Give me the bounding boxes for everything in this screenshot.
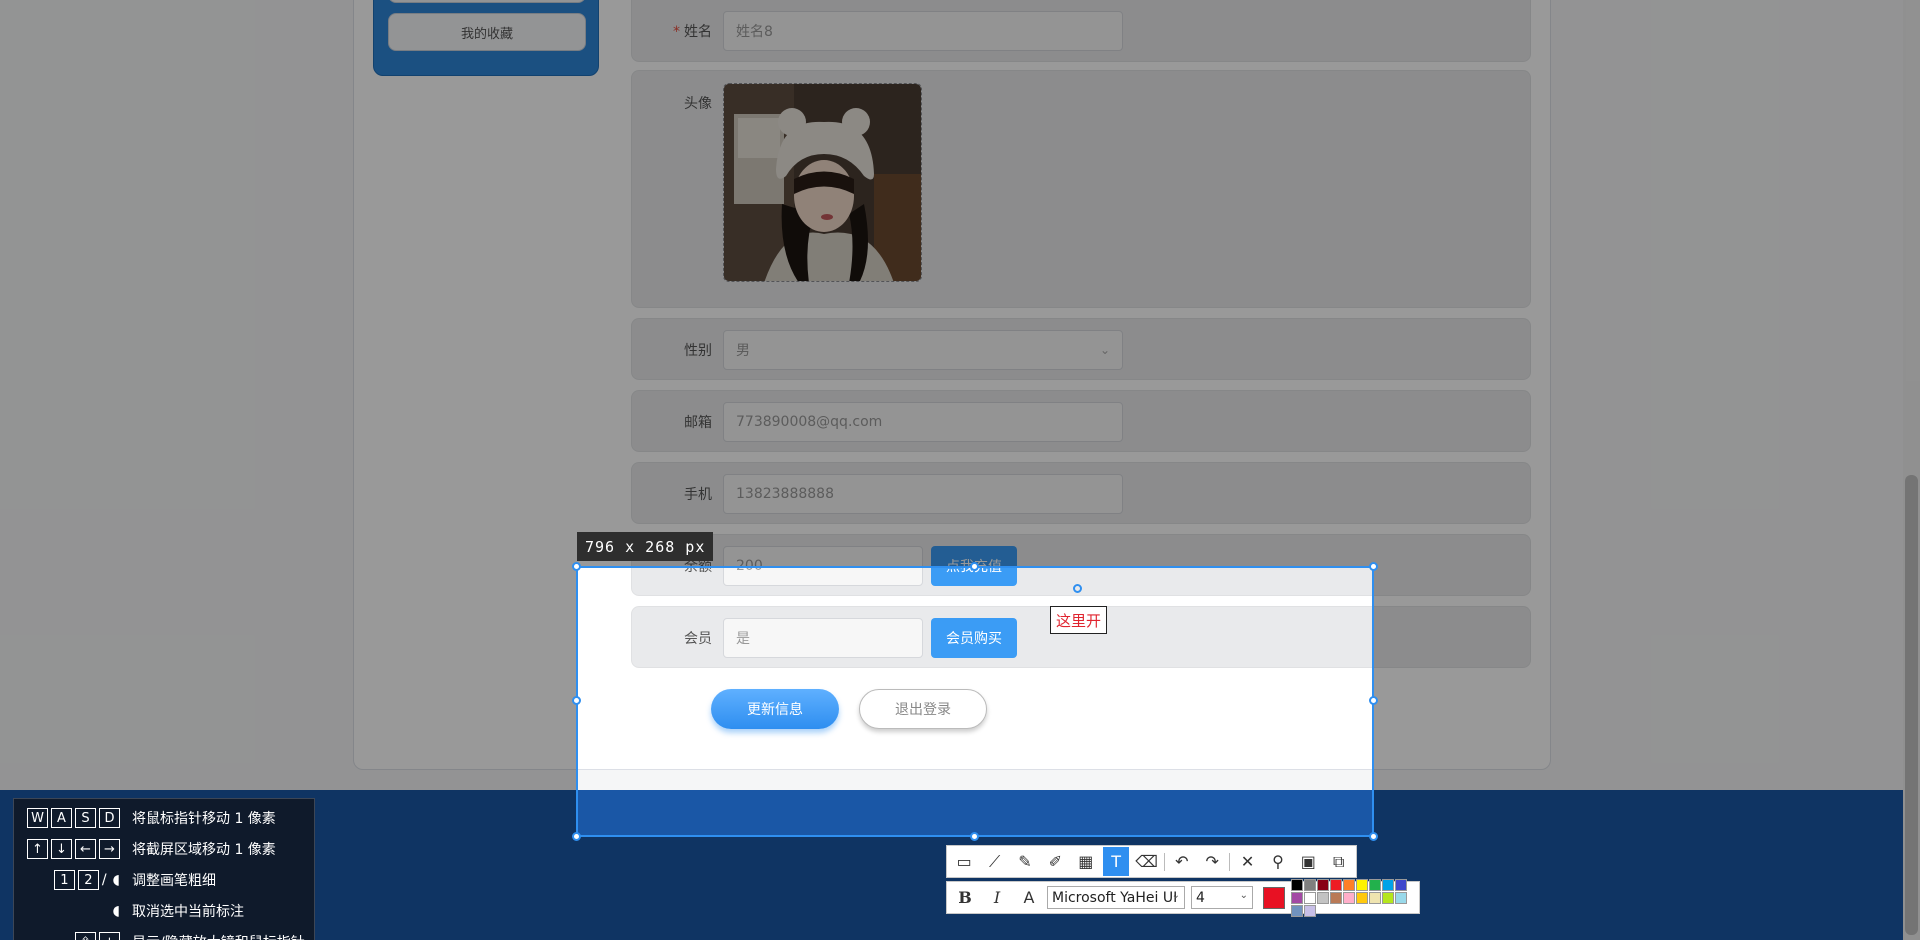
color-swatch[interactable]: [1395, 878, 1407, 891]
member-label: 会员: [684, 631, 712, 647]
italic-button[interactable]: I: [983, 883, 1011, 912]
redo-icon[interactable]: ↷: [1199, 847, 1225, 876]
dim-overlay: [0, 566, 576, 837]
key-cap: S: [75, 808, 96, 828]
pen-tool-icon[interactable]: ✎: [1012, 847, 1038, 876]
resize-handle[interactable]: [1369, 696, 1378, 705]
undo-icon[interactable]: ↶: [1169, 847, 1195, 876]
font-family-value: Microsoft YaHei UI: [1052, 889, 1178, 906]
color-swatch[interactable]: [1356, 878, 1368, 891]
resize-handle[interactable]: [1369, 562, 1378, 571]
shortcut-row: ⇧+ 显示/隐藏放大镜和鼠标指针: [14, 929, 305, 940]
color-swatch[interactable]: [1330, 878, 1342, 891]
mouse-icon: ◖: [112, 872, 120, 888]
shortcut-description: 取消选中当前标注: [132, 904, 244, 920]
resize-handle[interactable]: [1369, 832, 1378, 841]
shortcut-keys: 1 2/ ◖: [14, 870, 120, 890]
dim-overlay: [1374, 566, 1920, 837]
key-cap: ↓: [51, 839, 72, 859]
chevron-down-icon: ⌄: [1171, 890, 1180, 901]
color-swatch[interactable]: [1343, 891, 1355, 904]
text-format-toolbar: B I A Microsoft YaHei UI ⌄ 4 ⌄: [946, 878, 1420, 917]
shortcut-keys: WASD: [14, 808, 120, 828]
mosaic-tool-icon[interactable]: ▦: [1073, 847, 1099, 876]
shortcut-help-panel: W A S D 将鼠标指针移动 1 像素 ↑ ↓ ← → 将截屏区域移动 1 像素 1 2/ ◖ 调整画笔…: [13, 798, 315, 940]
update-info-button[interactable]: 更新信息: [711, 689, 839, 729]
color-swatch[interactable]: [1356, 891, 1368, 904]
color-swatch[interactable]: [1382, 878, 1394, 891]
current-color-swatch[interactable]: [1263, 886, 1285, 909]
shortcut-keys: ◖: [14, 903, 120, 919]
color-swatch[interactable]: [1395, 891, 1407, 904]
bold-button[interactable]: B: [951, 883, 979, 912]
color-swatch[interactable]: [1317, 878, 1329, 891]
eraser-tool-icon[interactable]: ⌫: [1133, 847, 1159, 876]
color-palette: [1291, 878, 1407, 917]
key-cap: W: [27, 808, 48, 828]
text-tool-icon[interactable]: T: [1102, 847, 1130, 876]
chevron-down-icon: ⌄: [1239, 890, 1248, 901]
key-cap: 1: [53, 870, 75, 890]
color-swatch[interactable]: [1291, 904, 1303, 917]
color-swatch[interactable]: [1369, 878, 1381, 891]
font-size-value: 4: [1196, 889, 1205, 906]
logout-button[interactable]: 退出登录: [859, 689, 987, 729]
resize-handle[interactable]: [970, 562, 979, 571]
pin-icon[interactable]: ⚲: [1265, 847, 1291, 876]
mouse-icon: ◖: [112, 903, 120, 919]
color-swatch[interactable]: [1382, 891, 1394, 904]
close-icon[interactable]: ✕: [1234, 847, 1260, 876]
font-size-select[interactable]: 4 ⌄: [1191, 886, 1253, 909]
shortcut-description: 显示/隐藏放大镜和鼠标指针: [132, 932, 305, 940]
key-separator: /: [101, 872, 107, 888]
outline-button[interactable]: A: [1015, 883, 1043, 912]
color-swatch[interactable]: [1343, 878, 1355, 891]
text-anchor-icon[interactable]: [1073, 584, 1082, 593]
color-swatch[interactable]: [1369, 891, 1381, 904]
shortcut-description: 调整画笔粗细: [132, 873, 216, 889]
capture-size-label: 796 x 268 px: [577, 532, 714, 561]
color-swatch[interactable]: [1304, 878, 1316, 891]
key-cap: ←: [75, 839, 96, 859]
save-icon[interactable]: ▣: [1295, 847, 1321, 876]
color-swatch[interactable]: [1317, 891, 1329, 904]
shortcut-keys: ⇧+: [14, 932, 120, 940]
shortcut-row: 1 2/ ◖ 调整画笔粗细: [14, 867, 216, 893]
key-cap: →: [99, 839, 120, 859]
color-swatch[interactable]: [1304, 891, 1316, 904]
rect-tool-icon[interactable]: ▭: [951, 847, 977, 876]
resize-handle[interactable]: [572, 562, 581, 571]
color-swatch[interactable]: [1304, 904, 1316, 917]
shortcut-description: 将鼠标指针移动 1 像素: [132, 811, 276, 827]
color-swatch[interactable]: [1291, 891, 1303, 904]
shortcut-row: ↑ ↓ ← → 将截屏区域移动 1 像素: [14, 836, 276, 862]
shortcut-keys: ↑ ↓ ← →: [14, 839, 120, 859]
member-input[interactable]: 是: [723, 618, 923, 658]
shortcut-row: ◖ 取消选中当前标注: [14, 898, 244, 924]
toolbar-divider: [1229, 852, 1231, 871]
copy-icon[interactable]: ⧉: [1326, 847, 1352, 876]
resize-handle[interactable]: [572, 696, 581, 705]
dim-overlay: [0, 0, 1920, 566]
key-cap: ⇧: [75, 932, 96, 940]
shortcut-row: W A S D 将鼠标指针移动 1 像素: [14, 805, 276, 831]
key-cap: ↑: [27, 839, 48, 859]
color-swatch[interactable]: [1291, 878, 1303, 891]
toolbar-divider: [1163, 852, 1165, 871]
key-cap: 2: [77, 870, 99, 890]
key-cap: +: [99, 932, 120, 940]
key-cap: D: [99, 808, 120, 828]
resize-handle[interactable]: [572, 832, 581, 841]
text-annotation[interactable]: 这里开: [1050, 606, 1108, 634]
marker-tool-icon[interactable]: ✐: [1042, 847, 1068, 876]
key-cap: A: [51, 808, 72, 828]
color-swatch[interactable]: [1330, 891, 1342, 904]
resize-handle[interactable]: [970, 832, 979, 841]
buy-membership-button[interactable]: 会员购买: [931, 618, 1017, 658]
font-family-select[interactable]: Microsoft YaHei UI ⌄: [1047, 886, 1185, 909]
annotation-toolbar: ▭ ⟋ ✎ ✐ ▦ T ⌫ ↶ ↷ ✕ ⚲ ▣ ⧉: [946, 845, 1357, 878]
polyline-tool-icon[interactable]: ⟋: [981, 847, 1007, 876]
shortcut-description: 将截屏区域移动 1 像素: [132, 842, 276, 858]
